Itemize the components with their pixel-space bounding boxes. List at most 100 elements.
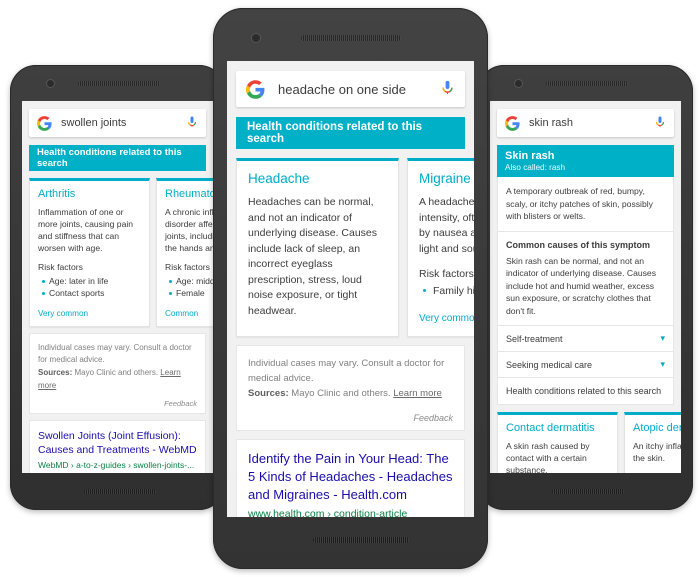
chevron-down-icon[interactable]: ▾ xyxy=(660,333,665,344)
center-phone: headache on one side Health conditions r… xyxy=(213,8,488,569)
center-phone-camera-icon xyxy=(251,33,261,43)
left-search-bar[interactable]: swollen joints xyxy=(29,109,206,137)
accordion-seeking-medical-care[interactable]: Seeking medical care ▾ xyxy=(497,352,674,378)
phone-mockup-stage: swollen joints Health conditions related… xyxy=(0,0,700,577)
center-phone-bottom-speaker xyxy=(313,537,409,543)
right-phone: skin rash Skin rash Also called: rash A … xyxy=(478,65,693,510)
right-health-header-text: Health conditions related to this search xyxy=(506,386,662,396)
condition-card-body: A headache of varying intensity, often a… xyxy=(419,196,474,255)
left-disclaimer-panel: Individual cases may vary. Consult a doc… xyxy=(29,333,206,414)
google-g-logo-icon xyxy=(37,115,52,131)
disclaimer-text: Individual cases may vary. Consult a doc… xyxy=(248,358,445,384)
right-phone-bottom-speaker xyxy=(552,489,624,494)
web-result-url: WebMD › a-to-z-guides › swollen-joints-.… xyxy=(38,460,195,470)
left-phone-earpiece-speaker xyxy=(78,81,160,86)
accordion-self-treatment[interactable]: Self-treatment ▾ xyxy=(497,326,674,352)
sources-text: Mayo Clinic and others. xyxy=(74,368,159,377)
causes-body: Skin rash can be normal, and not an indi… xyxy=(506,255,657,316)
sources-label: Sources: xyxy=(248,388,289,399)
feedback-link[interactable]: Feedback xyxy=(248,413,453,423)
learn-more-link[interactable]: Learn more xyxy=(393,388,442,399)
center-disclaimer-panel: Individual cases may vary. Consult a doc… xyxy=(236,345,465,431)
accordion-label: Self-treatment xyxy=(506,333,563,344)
chevron-down-icon[interactable]: ▾ xyxy=(660,359,665,370)
condition-card-title: Arthritis xyxy=(38,188,76,200)
left-search-results-page: swollen joints Health conditions related… xyxy=(22,101,213,473)
condition-card[interactable]: Atopic dermatitis An itchy inflammation … xyxy=(624,412,681,473)
prevalence-label[interactable]: Very common xyxy=(419,313,474,324)
condition-card[interactable]: Migraine A headache of varying intensity… xyxy=(407,158,474,337)
condition-summary: A temporary outbreak of red, bumpy, scal… xyxy=(506,186,653,221)
disclaimer-text: Individual cases may vary. Consult a doc… xyxy=(38,343,192,364)
left-phone-bottom-speaker xyxy=(84,489,156,494)
condition-card-title: Atopic dermatitis xyxy=(633,422,681,434)
left-condition-card-row: Arthritis Inflammation of one or more jo… xyxy=(29,178,213,327)
google-g-logo-icon xyxy=(505,115,520,131)
risk-factor-item: Age: middle age xyxy=(165,275,213,287)
center-phone-screen: headache on one side Health conditions r… xyxy=(227,61,474,517)
risk-factor-item: Age: later in life xyxy=(38,275,141,287)
condition-card-body: A chronic inflammatory disorder affectin… xyxy=(165,207,213,253)
condition-card-title: Migraine xyxy=(419,171,471,186)
condition-card[interactable]: Rheumatoid arthritis A chronic inflammat… xyxy=(156,178,213,327)
prevalence-label[interactable]: Very common xyxy=(38,309,141,318)
web-result-url: www.health.com › condition-article xyxy=(248,508,408,517)
condition-card-body: An itchy inflammation of the skin. xyxy=(633,441,681,463)
web-result-title[interactable]: Identify the Pain in Your Head: The 5 Ki… xyxy=(248,450,453,504)
condition-card-title: Headache xyxy=(248,171,310,186)
microphone-icon[interactable] xyxy=(186,116,198,130)
condition-card[interactable]: Arthritis Inflammation of one or more jo… xyxy=(29,178,150,327)
risk-factor-item: Family history xyxy=(419,284,474,299)
feedback-link[interactable]: Feedback xyxy=(38,399,197,408)
right-condition-header: Skin rash Also called: rash xyxy=(497,145,674,177)
microphone-icon[interactable] xyxy=(654,116,666,130)
left-phone: swollen joints Health conditions related… xyxy=(10,65,225,510)
center-health-header-text: Health conditions related to this search xyxy=(247,121,423,145)
risk-factors-list: Age: later in life Contact sports xyxy=(38,275,141,299)
center-web-result[interactable]: Identify the Pain in Your Head: The 5 Ki… xyxy=(236,439,465,517)
right-search-query[interactable]: skin rash xyxy=(529,117,654,129)
risk-factors-label: Risk factors xyxy=(419,268,474,280)
sources-text: Mayo Clinic and others. xyxy=(291,388,391,399)
condition-card[interactable]: Contact dermatitis A skin rash caused by… xyxy=(497,412,618,473)
center-search-results-page: headache on one side Health conditions r… xyxy=(227,61,474,517)
risk-factor-item: Female xyxy=(165,287,213,299)
left-web-result[interactable]: Swollen Joints (Joint Effusion): Causes … xyxy=(29,420,206,473)
prevalence-label[interactable]: Common xyxy=(165,309,213,318)
sources-label: Sources: xyxy=(38,368,73,377)
center-phone-earpiece-speaker xyxy=(301,35,401,41)
risk-factors-list: Age: middle age Female xyxy=(165,275,213,299)
condition-card-title: Rheumatoid arthritis xyxy=(165,188,213,200)
right-health-conditions-header[interactable]: Health conditions related to this search xyxy=(497,378,674,405)
left-search-query[interactable]: swollen joints xyxy=(61,117,186,129)
right-summary-panel: A temporary outbreak of red, bumpy, scal… xyxy=(497,177,674,232)
right-search-results-page: skin rash Skin rash Also called: rash A … xyxy=(490,101,681,473)
condition-card-title: Contact dermatitis xyxy=(506,422,595,434)
condition-title: Skin rash xyxy=(505,150,555,162)
right-causes-panel: Common causes of this symptom Skin rash … xyxy=(497,231,674,326)
google-g-logo-icon xyxy=(246,79,265,99)
right-phone-camera-icon xyxy=(514,79,523,88)
right-condition-card-row: Contact dermatitis A skin rash caused by… xyxy=(497,412,681,473)
left-health-conditions-header: Health conditions related to this search xyxy=(29,145,206,171)
center-search-query[interactable]: headache on one side xyxy=(278,82,440,97)
accordion-label: Seeking medical care xyxy=(506,359,593,370)
microphone-icon[interactable] xyxy=(440,80,455,98)
condition-card-body: Inflammation of one or more joints, caus… xyxy=(38,207,134,253)
center-health-conditions-header: Health conditions related to this search xyxy=(236,117,465,149)
causes-heading: Common causes of this symptom xyxy=(506,239,651,250)
center-search-bar[interactable]: headache on one side xyxy=(236,71,465,107)
risk-factors-label: Risk factors xyxy=(633,472,681,473)
condition-card-body: A skin rash caused by contact with a cer… xyxy=(506,441,590,473)
center-condition-card-row: Headache Headaches can be normal, and no… xyxy=(236,158,474,337)
condition-card[interactable]: Headache Headaches can be normal, and no… xyxy=(236,158,399,337)
web-result-title[interactable]: Swollen Joints (Joint Effusion): Causes … xyxy=(38,429,197,457)
left-health-header-text: Health conditions related to this search xyxy=(37,147,182,169)
risk-factors-list: Family history xyxy=(419,284,474,299)
right-search-bar[interactable]: skin rash xyxy=(497,109,674,137)
right-phone-screen: skin rash Skin rash Also called: rash A … xyxy=(490,101,681,473)
left-phone-screen: swollen joints Health conditions related… xyxy=(22,101,213,473)
sources-line: Sources: Mayo Clinic and others. Learn m… xyxy=(38,366,197,392)
risk-factors-label: Risk factors xyxy=(38,262,83,272)
risk-factor-item: Contact sports xyxy=(38,287,141,299)
